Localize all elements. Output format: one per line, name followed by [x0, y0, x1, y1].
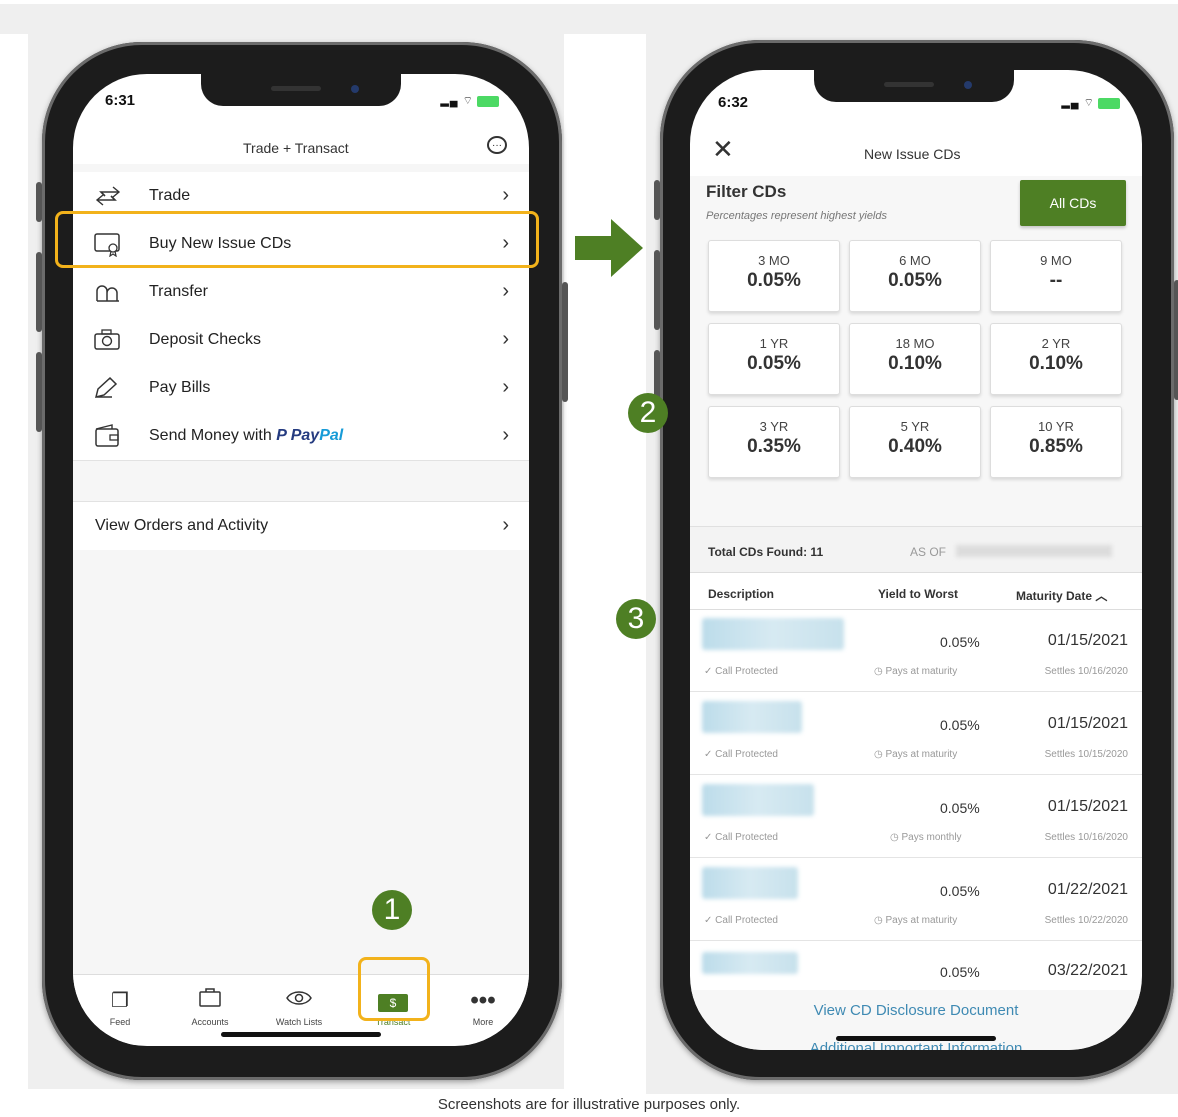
- home-indicator: [836, 1036, 996, 1041]
- tab-feed[interactable]: ❐ Feed: [80, 975, 160, 1027]
- callout-3: 3: [616, 599, 656, 639]
- menu-item-pay-bills[interactable]: Pay Bills ›: [73, 364, 529, 413]
- chevron-right-icon: ›: [502, 376, 509, 398]
- briefcase-icon: [170, 987, 250, 1015]
- filter-subtitle: Percentages represent highest yields: [706, 210, 887, 222]
- chat-bubble-icon[interactable]: ···: [487, 136, 507, 154]
- wallet-icon: [95, 424, 119, 447]
- summary-bar: Total CDs Found: 11 AS OF: [690, 526, 1142, 573]
- camera-icon: [94, 329, 120, 350]
- feed-icon: ❐: [111, 990, 129, 1012]
- menu-label: Transfer: [149, 283, 208, 300]
- menu-label: Send Money with P PayPal: [149, 427, 344, 444]
- chevron-right-icon: ›: [502, 514, 509, 536]
- disclosure-link[interactable]: View CD Disclosure Document: [690, 1002, 1142, 1019]
- home-indicator: [221, 1032, 381, 1037]
- cd-name-redacted: [702, 618, 844, 650]
- page-title: Trade + Transact: [243, 140, 349, 156]
- filter-title: Filter CDs: [706, 182, 787, 201]
- chevron-right-icon: ›: [502, 328, 509, 350]
- transfer-icon: [96, 285, 119, 302]
- status-time: 6:31: [105, 92, 136, 109]
- term-tile[interactable]: 18 MO 0.10%: [849, 323, 981, 395]
- total-found: Total CDs Found: 11: [708, 545, 824, 559]
- links-footer: View CD Disclosure Document Additional I…: [690, 990, 1142, 1050]
- tab-accounts[interactable]: Accounts: [170, 975, 250, 1027]
- table-row[interactable]: 0.05% 01/22/2021 ✓ Call Protected ◷ Pays…: [690, 857, 1142, 941]
- right-phone: 6:32 ▂▄ ⌔ ✕ New Issue CDs Filter CDs Per…: [654, 40, 1178, 1080]
- as-of-label: AS OF: [910, 545, 947, 559]
- term-tile[interactable]: 5 YR 0.40%: [849, 406, 981, 478]
- menu-label: View Orders and Activity: [95, 517, 269, 534]
- page-title: New Issue CDs: [864, 146, 961, 162]
- highlight-buy-cds: [55, 211, 539, 268]
- pencil-icon: [94, 376, 118, 399]
- tab-more[interactable]: ••• More: [443, 975, 523, 1027]
- cd-name-redacted: [702, 952, 798, 974]
- col-yield[interactable]: Yield to Worst: [878, 587, 958, 601]
- menu-label: Pay Bills: [149, 379, 211, 396]
- menu-label: Deposit Checks: [149, 331, 262, 348]
- all-cds-button[interactable]: All CDs: [1020, 180, 1126, 226]
- caption: Screenshots are for illustrative purpose…: [437, 1096, 741, 1113]
- table-row[interactable]: 0.05% 01/15/2021 ✓ Call Protected ◷ Pays…: [690, 774, 1142, 858]
- menu-label: Trade: [149, 187, 191, 204]
- tab-watch-lists[interactable]: Watch Lists: [259, 975, 339, 1027]
- more-icon: •••: [470, 987, 496, 1014]
- term-tile[interactable]: 1 YR 0.05%: [708, 323, 840, 395]
- menu-item-send-money[interactable]: Send Money with P PayPal ›: [73, 412, 529, 461]
- term-tile[interactable]: 3 YR 0.35%: [708, 406, 840, 478]
- term-tile[interactable]: 3 MO 0.05%: [708, 240, 840, 312]
- chevron-up-icon: ︿: [1095, 589, 1108, 603]
- table-row[interactable]: 0.05% 03/22/2021: [690, 940, 1142, 991]
- arrow-right-icon: [575, 219, 643, 277]
- term-tile[interactable]: 9 MO --: [990, 240, 1122, 312]
- paypal-logo: P PayPal: [276, 427, 344, 444]
- right-screen: 6:32 ▂▄ ⌔ ✕ New Issue CDs Filter CDs Per…: [690, 70, 1142, 1050]
- col-description[interactable]: Description: [708, 587, 774, 601]
- view-orders-row[interactable]: View Orders and Activity ›: [73, 501, 529, 551]
- eye-icon: [259, 987, 339, 1015]
- cd-name-redacted: [702, 867, 798, 899]
- table-header: Description Yield to Worst Maturity Date…: [690, 572, 1142, 610]
- menu-item-transfer[interactable]: Transfer ›: [73, 268, 529, 317]
- status-icons: ▂▄ ⌔: [1061, 96, 1120, 110]
- chevron-right-icon: ›: [502, 184, 509, 206]
- table-row[interactable]: 0.05% 01/15/2021 ✓ Call Protected ◷ Pays…: [690, 608, 1142, 692]
- callout-2: 2: [628, 393, 668, 433]
- term-tile[interactable]: 2 YR 0.10%: [990, 323, 1122, 395]
- status-time: 6:32: [718, 94, 749, 111]
- term-tile[interactable]: 6 MO 0.05%: [849, 240, 981, 312]
- col-maturity[interactable]: Maturity Date ︿: [1016, 587, 1107, 604]
- cd-name-redacted: [702, 701, 802, 733]
- trade-arrows-icon: [95, 186, 121, 206]
- cd-name-redacted: [702, 784, 814, 816]
- status-icons: ▂▄ ⌔: [440, 94, 499, 108]
- highlight-transact-tab: [358, 957, 430, 1021]
- chevron-right-icon: ›: [502, 280, 509, 302]
- important-info-link[interactable]: Additional Important Information: [690, 1040, 1142, 1050]
- table-row[interactable]: 0.05% 01/15/2021 ✓ Call Protected ◷ Pays…: [690, 691, 1142, 775]
- callout-1: 1: [372, 890, 412, 930]
- term-tile[interactable]: 10 YR 0.85%: [990, 406, 1122, 478]
- chevron-right-icon: ›: [502, 424, 509, 446]
- top-strip: [0, 4, 646, 34]
- as-of-date-redacted: [956, 545, 1112, 557]
- left-phone: 6:31 ▂▄ ⌔ Trade + Transact ··· Trade › B…: [36, 42, 568, 1080]
- menu-item-deposit-checks[interactable]: Deposit Checks ›: [73, 316, 529, 365]
- close-icon[interactable]: ✕: [712, 136, 734, 162]
